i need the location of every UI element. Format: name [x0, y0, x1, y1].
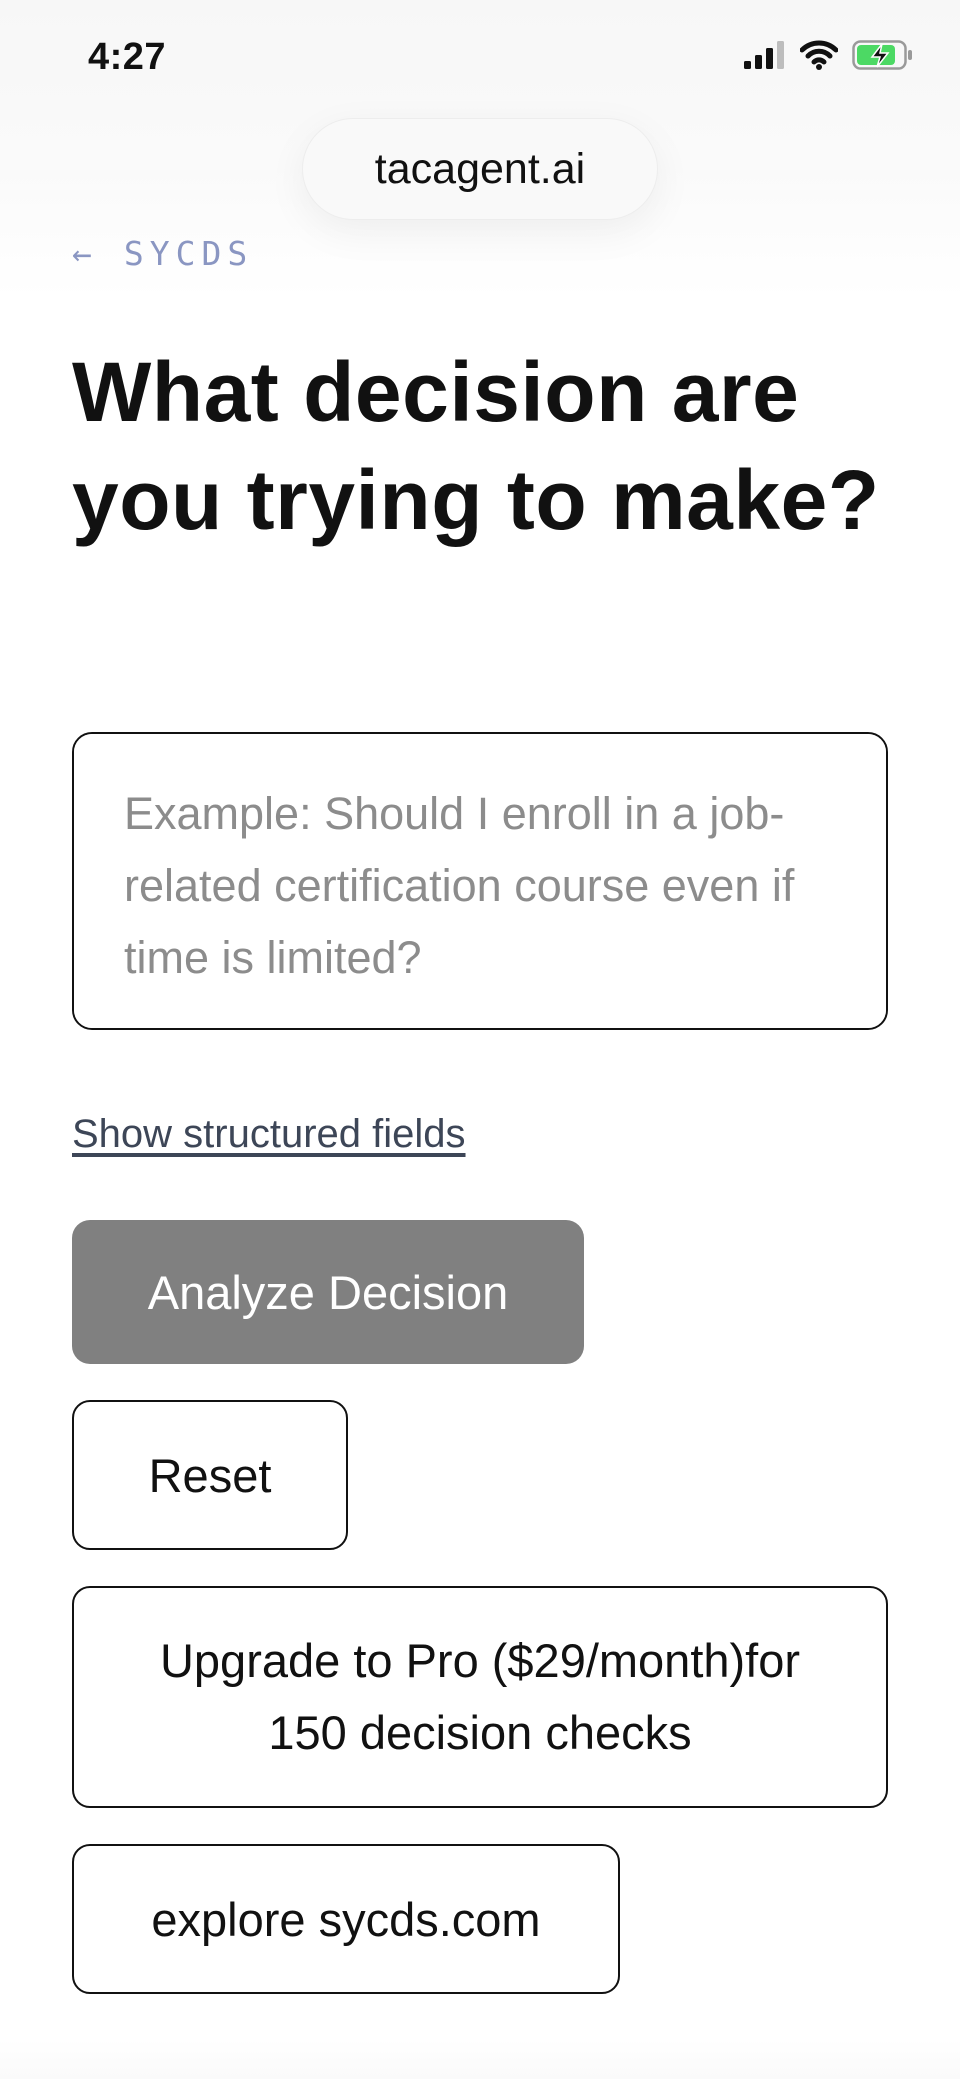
bottom-background [0, 2040, 960, 2079]
upgrade-to-pro-button[interactable]: Upgrade to Pro ($29/month)for 150 decisi… [72, 1586, 888, 1808]
reset-button[interactable]: Reset [72, 1400, 348, 1550]
wifi-icon [799, 40, 839, 75]
back-arrow-icon: ← [72, 234, 98, 273]
status-icons [744, 40, 914, 75]
status-time: 4:27 [88, 36, 167, 78]
back-link-label: SYCDS [123, 234, 254, 273]
address-bar[interactable]: tacagent.ai [302, 118, 658, 220]
back-link[interactable]: ← SYCDS [72, 234, 253, 273]
status-bar: 4:27 [0, 0, 960, 120]
explore-sycds-button[interactable]: explore sycds.com [72, 1844, 620, 1994]
page-title: What decision are you trying to make? [72, 345, 880, 547]
battery-charging-icon [852, 40, 914, 75]
analyze-decision-button[interactable]: Analyze Decision [72, 1220, 584, 1364]
show-structured-fields-link[interactable]: Show structured fields [72, 1112, 466, 1157]
url-text: tacagent.ai [374, 144, 586, 193]
decision-input[interactable] [72, 732, 888, 1030]
signal-icon [744, 41, 786, 74]
